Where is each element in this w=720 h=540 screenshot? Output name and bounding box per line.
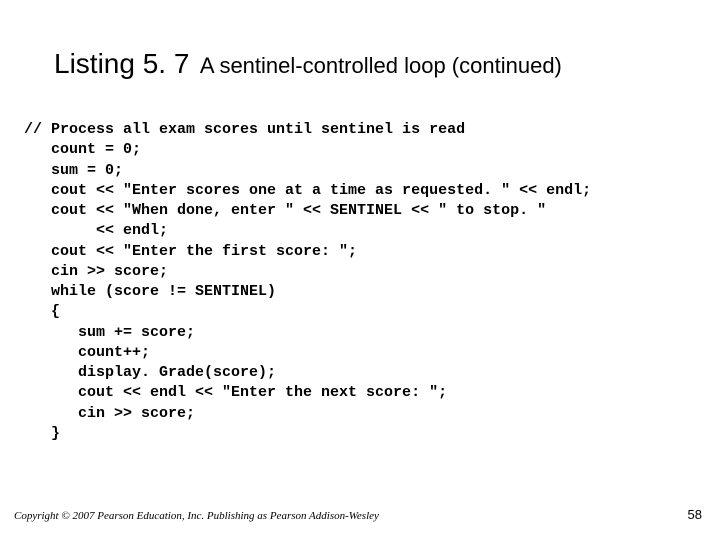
code-listing: // Process all exam scores until sentine… [24, 120, 696, 444]
listing-label: Listing 5. 7 [54, 48, 189, 79]
slide: Listing 5. 7 A sentinel-controlled loop … [0, 0, 720, 540]
title-line: Listing 5. 7 A sentinel-controlled loop … [54, 48, 680, 80]
page-number: 58 [688, 507, 702, 522]
listing-subtitle: A sentinel-controlled loop (continued) [200, 53, 562, 78]
copyright-footer: Copyright © 2007 Pearson Education, Inc.… [14, 510, 379, 522]
